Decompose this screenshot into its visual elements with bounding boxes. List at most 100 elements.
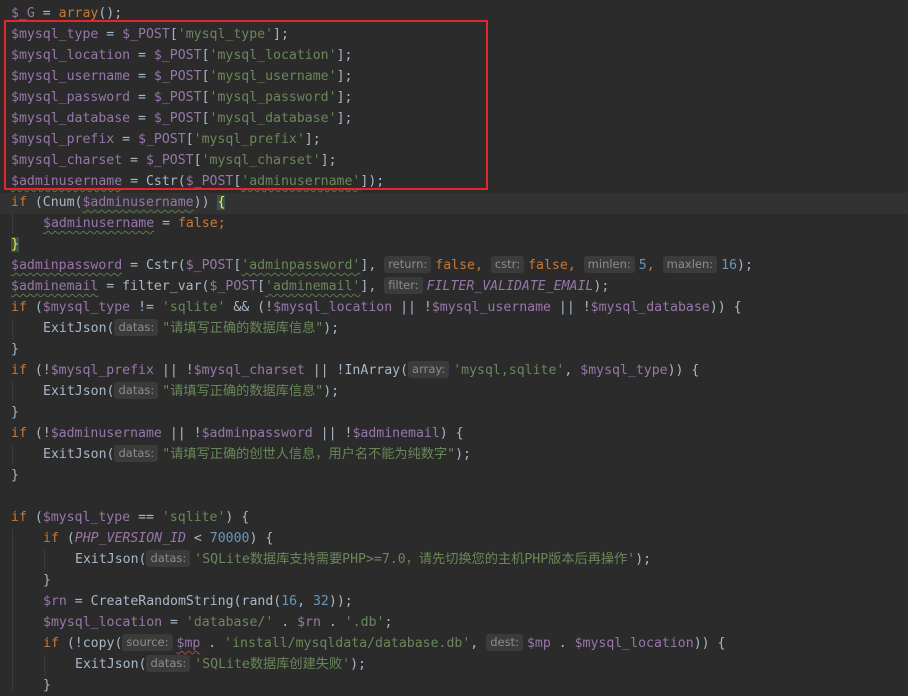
code-line: $rn = CreateRandomString(rand(16, 32)); <box>43 591 353 612</box>
token: ) { <box>249 531 274 546</box>
indent-guide <box>12 214 13 234</box>
indent-guide <box>12 529 13 692</box>
param-hint: return: <box>384 256 432 273</box>
code-line: if (Cnum($adminusername)) { <box>11 192 226 213</box>
code-line: if (!$mysql_prefix || !$mysql_charset ||… <box>11 360 699 381</box>
token: 'adminpassword' <box>241 258 361 273</box>
token: if <box>43 531 59 546</box>
annotation-highlight-box <box>4 20 488 190</box>
token: )) <box>193 195 218 210</box>
token: 'SQLite数据库创建失败' <box>194 657 351 672</box>
token: 'sqlite' <box>161 300 226 315</box>
token: ); <box>323 321 340 336</box>
token: ); <box>323 384 340 399</box>
token: . <box>200 636 225 651</box>
token: || ! <box>312 426 353 441</box>
token: )) { <box>693 636 726 651</box>
token: , <box>474 258 491 273</box>
token: ); <box>455 447 471 462</box>
code-line: if (PHP_VERSION_ID < 70000) { <box>43 528 273 549</box>
token: 5 <box>638 258 647 273</box>
token: )) { <box>709 300 742 315</box>
token: ExitJson( <box>43 447 115 462</box>
token: ], <box>360 258 385 273</box>
token: "请填写正确的数据库信息" <box>162 321 324 336</box>
param-hint: cstr: <box>490 256 525 273</box>
param-hint: dest: <box>486 634 523 651</box>
token: } <box>43 573 51 588</box>
token: < <box>185 531 210 546</box>
token: 70000 <box>209 531 250 546</box>
token: $mysql_username <box>431 300 551 315</box>
token: if <box>11 300 27 315</box>
token: $adminusername <box>43 216 155 231</box>
token: , <box>470 636 487 651</box>
token: (! <box>26 363 51 378</box>
code-line: $mysql_location = 'database/' . $rn . '.… <box>43 612 392 633</box>
code-line: if ($mysql_type == 'sqlite') { <box>11 507 249 528</box>
token: if <box>11 363 27 378</box>
code-line: if (!$adminusername || !$adminpassword |… <box>11 423 464 444</box>
token: . <box>550 636 575 651</box>
token: ; <box>384 615 393 630</box>
token: || ! <box>550 300 591 315</box>
token: != <box>130 300 162 315</box>
token: = <box>154 216 178 231</box>
code-line: $adminemail = filter_var($_POST['adminem… <box>11 276 609 297</box>
token: || ! <box>161 426 202 441</box>
code-line: } <box>11 339 19 360</box>
token: $mysql_charset <box>193 363 305 378</box>
code-line: ExitJson(datas: 'SQLite数据库创建失败'); <box>75 654 366 675</box>
token: ) { <box>439 426 464 441</box>
code-editor[interactable]: $_G = array(); $mysql_type = $_POST['mys… <box>0 0 908 693</box>
token: , <box>646 258 663 273</box>
token: $rn <box>43 594 67 609</box>
indent-guide <box>12 382 13 402</box>
token: = <box>34 6 59 21</box>
code-line: if ($mysql_type != 'sqlite' && (!$mysql_… <box>11 297 742 318</box>
token: )) { <box>667 363 700 378</box>
code-line: } <box>11 234 19 255</box>
token: 'SQLite数据库支持需要PHP>=7.0，请先切换您的主机PHP版本后再操作… <box>194 552 636 567</box>
token: ); <box>593 279 610 294</box>
token: } <box>43 678 51 693</box>
token: = filter_var( <box>98 279 210 294</box>
token: $mysql_location <box>43 615 163 630</box>
token: ( <box>26 510 43 525</box>
token: == <box>130 510 162 525</box>
token: ); <box>350 657 366 672</box>
token: "请填写正确的创世人信息，用户名不能为纯数字" <box>162 447 456 462</box>
token: ExitJson( <box>75 657 147 672</box>
matched-brace: { <box>217 195 226 210</box>
token: 'install/mysqldata/database.db' <box>224 636 471 651</box>
token: $mysql_location <box>574 636 694 651</box>
token: ( <box>26 300 43 315</box>
token: $mysql_type <box>580 363 668 378</box>
param-hint: datas: <box>114 319 159 336</box>
token: , <box>564 363 581 378</box>
param-hint: array: <box>408 361 450 378</box>
token: if <box>11 510 27 525</box>
token: ExitJson( <box>43 321 115 336</box>
token: if <box>43 636 59 651</box>
token: [ <box>257 279 266 294</box>
token: , <box>297 594 313 609</box>
token: (Cnum( <box>26 195 83 210</box>
code-line: ExitJson(datas: 'SQLite数据库支持需要PHP>=7.0，请先… <box>75 549 651 570</box>
token: $_G <box>11 6 35 21</box>
token: $rn <box>297 615 321 630</box>
code-line: } <box>43 570 51 591</box>
token: $mysql_type <box>42 300 131 315</box>
token: . <box>273 615 298 630</box>
code-line: $adminpassword = Cstr($_POST['adminpassw… <box>11 255 753 276</box>
token: (! <box>26 426 51 441</box>
token: ], <box>360 279 385 294</box>
code-line: ExitJson(datas: "请填写正确的数据库信息"); <box>43 318 339 339</box>
param-hint: source: <box>122 634 173 651</box>
token: = Cstr( <box>122 258 186 273</box>
param-hint: maxlen: <box>662 256 718 273</box>
token: $adminusername <box>50 426 162 441</box>
token: 16 <box>721 258 738 273</box>
param-hint: datas: <box>114 382 159 399</box>
param-hint: datas: <box>114 445 159 462</box>
